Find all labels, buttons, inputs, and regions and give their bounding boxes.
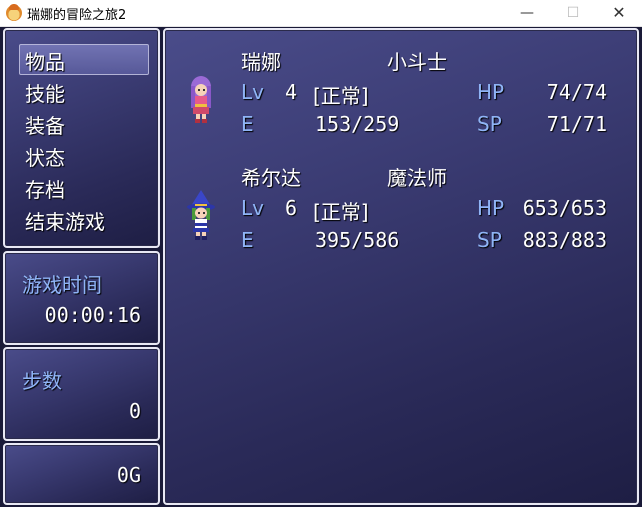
member-name: 希尔达 xyxy=(241,166,301,190)
playtime-window: 游戏时间 00:00:16 xyxy=(3,251,160,345)
party-status-window: 瑞娜 小斗士 Lv 4 [正常] E 153/259 HP 74/74 SP 7… xyxy=(163,28,639,505)
exp-value: 395/586 xyxy=(315,228,400,252)
app-icon xyxy=(6,4,22,21)
exp-label: E xyxy=(241,228,254,252)
steps-value: 0 xyxy=(128,399,141,423)
menu-item-save[interactable]: 存档 xyxy=(25,174,65,203)
state-text: [正常] xyxy=(313,200,369,224)
menu-item-skills[interactable]: 技能 xyxy=(25,78,65,107)
menu-item-quit[interactable]: 结束游戏 xyxy=(25,206,105,235)
exp-value: 153/259 xyxy=(315,112,400,136)
exp-label: E xyxy=(241,112,254,136)
hp-label: HP xyxy=(477,196,505,220)
steps-label: 步数 xyxy=(22,369,62,393)
level-label: Lv xyxy=(241,80,264,104)
minimize-button[interactable]: — xyxy=(504,0,550,26)
hp-value: 653/653 xyxy=(522,196,607,220)
witch-hat-mage-sprite xyxy=(187,190,215,240)
command-menu: 物品 技能 装备 状态 存档 结束游戏 xyxy=(3,28,160,248)
level-label: Lv xyxy=(241,196,264,220)
sp-value: 71/71 xyxy=(546,112,607,136)
level-value: 6 xyxy=(285,196,298,220)
gold-value: 0G xyxy=(116,463,141,487)
state-text: [正常] xyxy=(313,84,369,108)
member-class: 小斗士 xyxy=(387,50,447,74)
window-titlebar: 瑞娜的冒险之旅2 — ☐ ✕ xyxy=(0,0,642,27)
menu-item-equip[interactable]: 装备 xyxy=(25,110,65,139)
maximize-button[interactable]: ☐ xyxy=(550,0,596,26)
member-class: 魔法师 xyxy=(387,166,447,190)
member-name: 瑞娜 xyxy=(241,50,281,74)
purple-haired-girl-sprite xyxy=(191,76,211,123)
window-title: 瑞娜的冒险之旅2 xyxy=(27,8,127,23)
menu-item-items[interactable]: 物品 xyxy=(25,46,65,75)
menu-item-status[interactable]: 状态 xyxy=(25,142,65,171)
steps-window: 步数 0 xyxy=(3,347,160,441)
close-button[interactable]: ✕ xyxy=(596,0,642,26)
playtime-label: 游戏时间 xyxy=(22,273,102,297)
sp-label: SP xyxy=(477,228,502,252)
sp-value: 883/883 xyxy=(522,228,607,252)
playtime-value: 00:00:16 xyxy=(44,303,141,327)
hp-label: HP xyxy=(477,80,505,104)
hp-value: 74/74 xyxy=(546,80,607,104)
sp-label: SP xyxy=(477,112,502,136)
game-screen: 物品 技能 装备 状态 存档 结束游戏 游戏时间 00:00:16 步数 0 0… xyxy=(0,27,642,507)
level-value: 4 xyxy=(285,80,298,104)
gold-window: 0G xyxy=(3,443,160,505)
